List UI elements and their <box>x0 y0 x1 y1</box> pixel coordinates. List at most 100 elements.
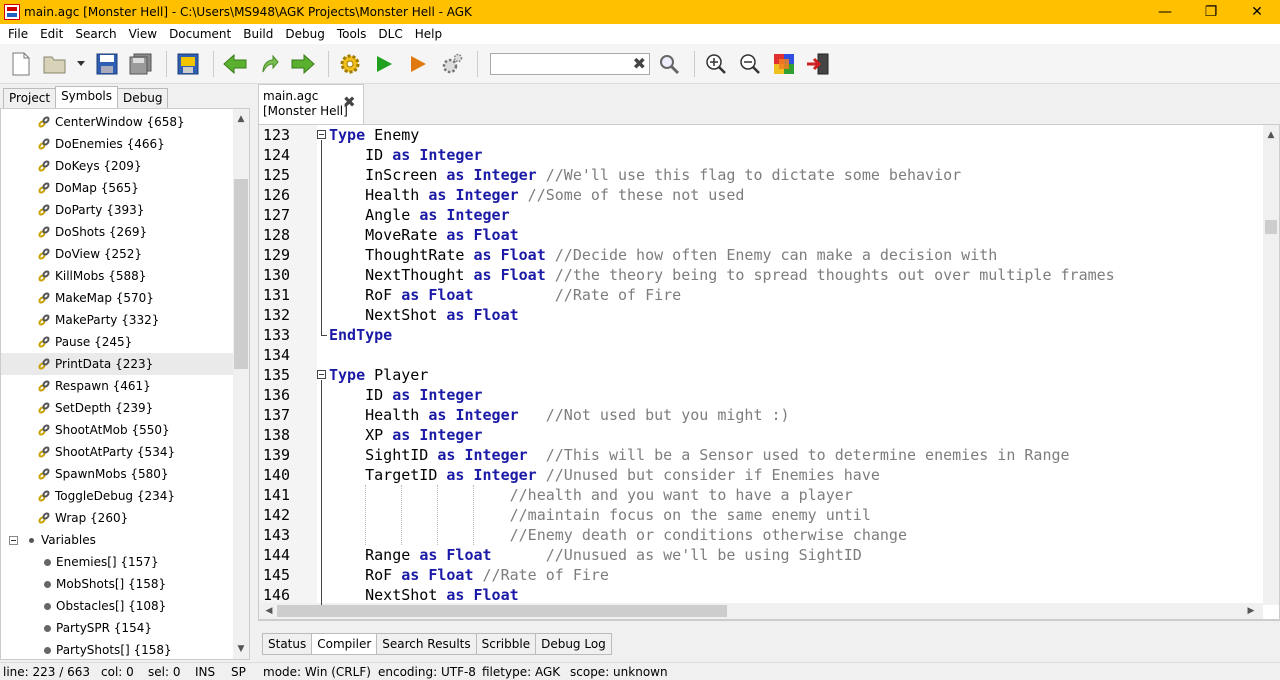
code-line[interactable]: 133 EndType <box>259 325 1265 345</box>
editor-hscroll-thumb[interactable] <box>277 605 727 617</box>
code-editor[interactable]: ▲ ◀ ▶ 123 Type Enemy 124 ID as Integer 125 … <box>258 124 1280 620</box>
code-line[interactable]: 125 InScreen as Integer //We'll use this… <box>259 165 1265 185</box>
symbol-function-item[interactable]: DoParty {393} <box>1 199 233 221</box>
symbol-variable-item[interactable]: Obstacles[] {108} <box>1 595 233 617</box>
symbol-function-item[interactable]: PrintData {223} <box>1 353 233 375</box>
toolbar-search-input[interactable] <box>491 53 631 74</box>
symbol-function-item[interactable]: ToggleDebug {234} <box>1 485 233 507</box>
tab-status[interactable]: Status <box>262 633 313 655</box>
menu-edit[interactable]: Edit <box>34 24 69 44</box>
code-line[interactable]: 131 RoF as Float //Rate of Fire <box>259 285 1265 305</box>
symbol-function-item[interactable]: Respawn {461} <box>1 375 233 397</box>
code-line[interactable]: 128 MoveRate as Float <box>259 225 1265 245</box>
code-line[interactable]: 127 Angle as Integer <box>259 205 1265 225</box>
symbols-scroll-thumb[interactable] <box>234 179 248 369</box>
scroll-up-icon[interactable]: ▲ <box>233 111 249 127</box>
fold-collapse-icon[interactable] <box>317 370 326 379</box>
scroll-down-icon[interactable]: ▼ <box>233 641 249 657</box>
symbol-group-variables[interactable]: Variables <box>1 529 233 551</box>
color-scheme-button[interactable] <box>769 49 799 79</box>
code-line[interactable]: 136 ID as Integer <box>259 385 1265 405</box>
code-line[interactable]: 129 ThoughtRate as Float //Decide how of… <box>259 245 1265 265</box>
tab-debug-log[interactable]: Debug Log <box>535 633 612 655</box>
close-button[interactable]: ✕ <box>1234 0 1280 24</box>
code-line[interactable]: 130 NextThought as Float //the theory be… <box>259 265 1265 285</box>
symbol-variable-item[interactable]: PartyShots[] {158} <box>1 639 233 659</box>
tab-debug[interactable]: Debug <box>117 88 169 108</box>
editor-tab-main[interactable]: main.agc [Monster Hell] ✖ <box>258 84 364 124</box>
symbol-variable-item[interactable]: MobShots[] {158} <box>1 573 233 595</box>
code-line[interactable]: 143 //Enemy death or conditions otherwis… <box>259 525 1265 545</box>
scroll-left-icon[interactable]: ◀ <box>261 603 277 619</box>
minimize-button[interactable]: — <box>1142 0 1188 24</box>
broadcast-button[interactable] <box>403 49 433 79</box>
tab-symbols[interactable]: Symbols <box>55 86 119 108</box>
editor-horizontal-scrollbar[interactable]: ◀ ▶ <box>259 603 1263 619</box>
symbol-variable-item[interactable]: PartySPR {154} <box>1 617 233 639</box>
search-button[interactable] <box>654 49 684 79</box>
menu-debug[interactable]: Debug <box>279 24 330 44</box>
symbol-function-item[interactable]: DoView {252} <box>1 243 233 265</box>
code-line[interactable]: 145 RoF as Float //Rate of Fire <box>259 565 1265 585</box>
navigate-forward-button[interactable] <box>288 49 318 79</box>
menu-tools[interactable]: Tools <box>331 24 373 44</box>
tab-search-results[interactable]: Search Results <box>376 633 477 655</box>
zoom-out-button[interactable] <box>735 49 765 79</box>
symbol-function-item[interactable]: ShootAtMob {550} <box>1 419 233 441</box>
code-line[interactable]: 138 XP as Integer <box>259 425 1265 445</box>
symbol-function-item[interactable]: ShootAtParty {534} <box>1 441 233 463</box>
tab-compiler[interactable]: Compiler <box>311 633 378 655</box>
editor-vscroll-thumb[interactable] <box>1265 220 1277 234</box>
save-button[interactable] <box>92 49 122 79</box>
maximize-button[interactable]: ❐ <box>1188 0 1234 24</box>
symbol-function-item[interactable]: MakeMap {570} <box>1 287 233 309</box>
tab-project[interactable]: Project <box>3 88 57 108</box>
open-dropdown-button[interactable] <box>74 49 88 79</box>
symbol-function-item[interactable]: SpawnMobs {580} <box>1 463 233 485</box>
scroll-up-icon[interactable]: ▲ <box>1263 127 1279 143</box>
code-line[interactable]: 141 //health and you want to have a play… <box>259 485 1265 505</box>
code-line[interactable]: 139 SightID as Integer //This will be a … <box>259 445 1265 465</box>
symbol-function-item[interactable]: Pause {245} <box>1 331 233 353</box>
code-line[interactable]: 135 Type Player <box>259 365 1265 385</box>
symbol-function-item[interactable]: DoEnemies {466} <box>1 133 233 155</box>
code-line[interactable]: 132 NextShot as Float <box>259 305 1265 325</box>
code-line[interactable]: 137 Health as Integer //Not used but you… <box>259 405 1265 425</box>
menu-help[interactable]: Help <box>409 24 448 44</box>
exit-button[interactable] <box>803 49 833 79</box>
navigate-back-button[interactable] <box>220 49 250 79</box>
close-tab-icon[interactable]: ✖ <box>343 95 356 110</box>
menu-dlc[interactable]: DLC <box>372 24 408 44</box>
tab-scribble[interactable]: Scribble <box>475 633 537 655</box>
redo-button[interactable] <box>254 49 284 79</box>
menu-view[interactable]: View <box>123 24 163 44</box>
build-settings-button[interactable] <box>437 49 467 79</box>
code-line[interactable]: 142 //maintain focus on the same enemy u… <box>259 505 1265 525</box>
scroll-right-icon[interactable]: ▶ <box>1243 603 1259 619</box>
symbol-function-item[interactable]: DoMap {565} <box>1 177 233 199</box>
save-all-button[interactable] <box>126 49 156 79</box>
code-line[interactable]: 134 <box>259 345 1265 365</box>
menu-file[interactable]: File <box>2 24 34 44</box>
code-line[interactable]: 140 TargetID as Integer //Unused but con… <box>259 465 1265 485</box>
clear-search-icon[interactable]: ✖ <box>633 54 646 73</box>
open-file-button[interactable] <box>40 49 70 79</box>
symbol-function-item[interactable]: DoKeys {209} <box>1 155 233 177</box>
symbol-function-item[interactable]: Wrap {260} <box>1 507 233 529</box>
run-button[interactable] <box>369 49 399 79</box>
symbols-scrollbar[interactable]: ▲ ▼ <box>233 109 249 659</box>
menu-search[interactable]: Search <box>69 24 122 44</box>
properties-button[interactable] <box>173 49 203 79</box>
fold-collapse-icon[interactable] <box>317 130 326 139</box>
code-line[interactable]: 144 Range as Float //Unusued as we'll be… <box>259 545 1265 565</box>
symbol-function-item[interactable]: KillMobs {588} <box>1 265 233 287</box>
symbol-variable-item[interactable]: Enemies[] {157} <box>1 551 233 573</box>
code-line[interactable]: 124 ID as Integer <box>259 145 1265 165</box>
collapse-toggle-icon[interactable] <box>9 535 18 545</box>
symbol-function-item[interactable]: DoShots {269} <box>1 221 233 243</box>
menu-document[interactable]: Document <box>163 24 237 44</box>
compile-button[interactable] <box>335 49 365 79</box>
symbol-function-item[interactable]: MakeParty {332} <box>1 309 233 331</box>
new-file-button[interactable] <box>6 49 36 79</box>
code-line[interactable]: 126 Health as Integer //Some of these no… <box>259 185 1265 205</box>
